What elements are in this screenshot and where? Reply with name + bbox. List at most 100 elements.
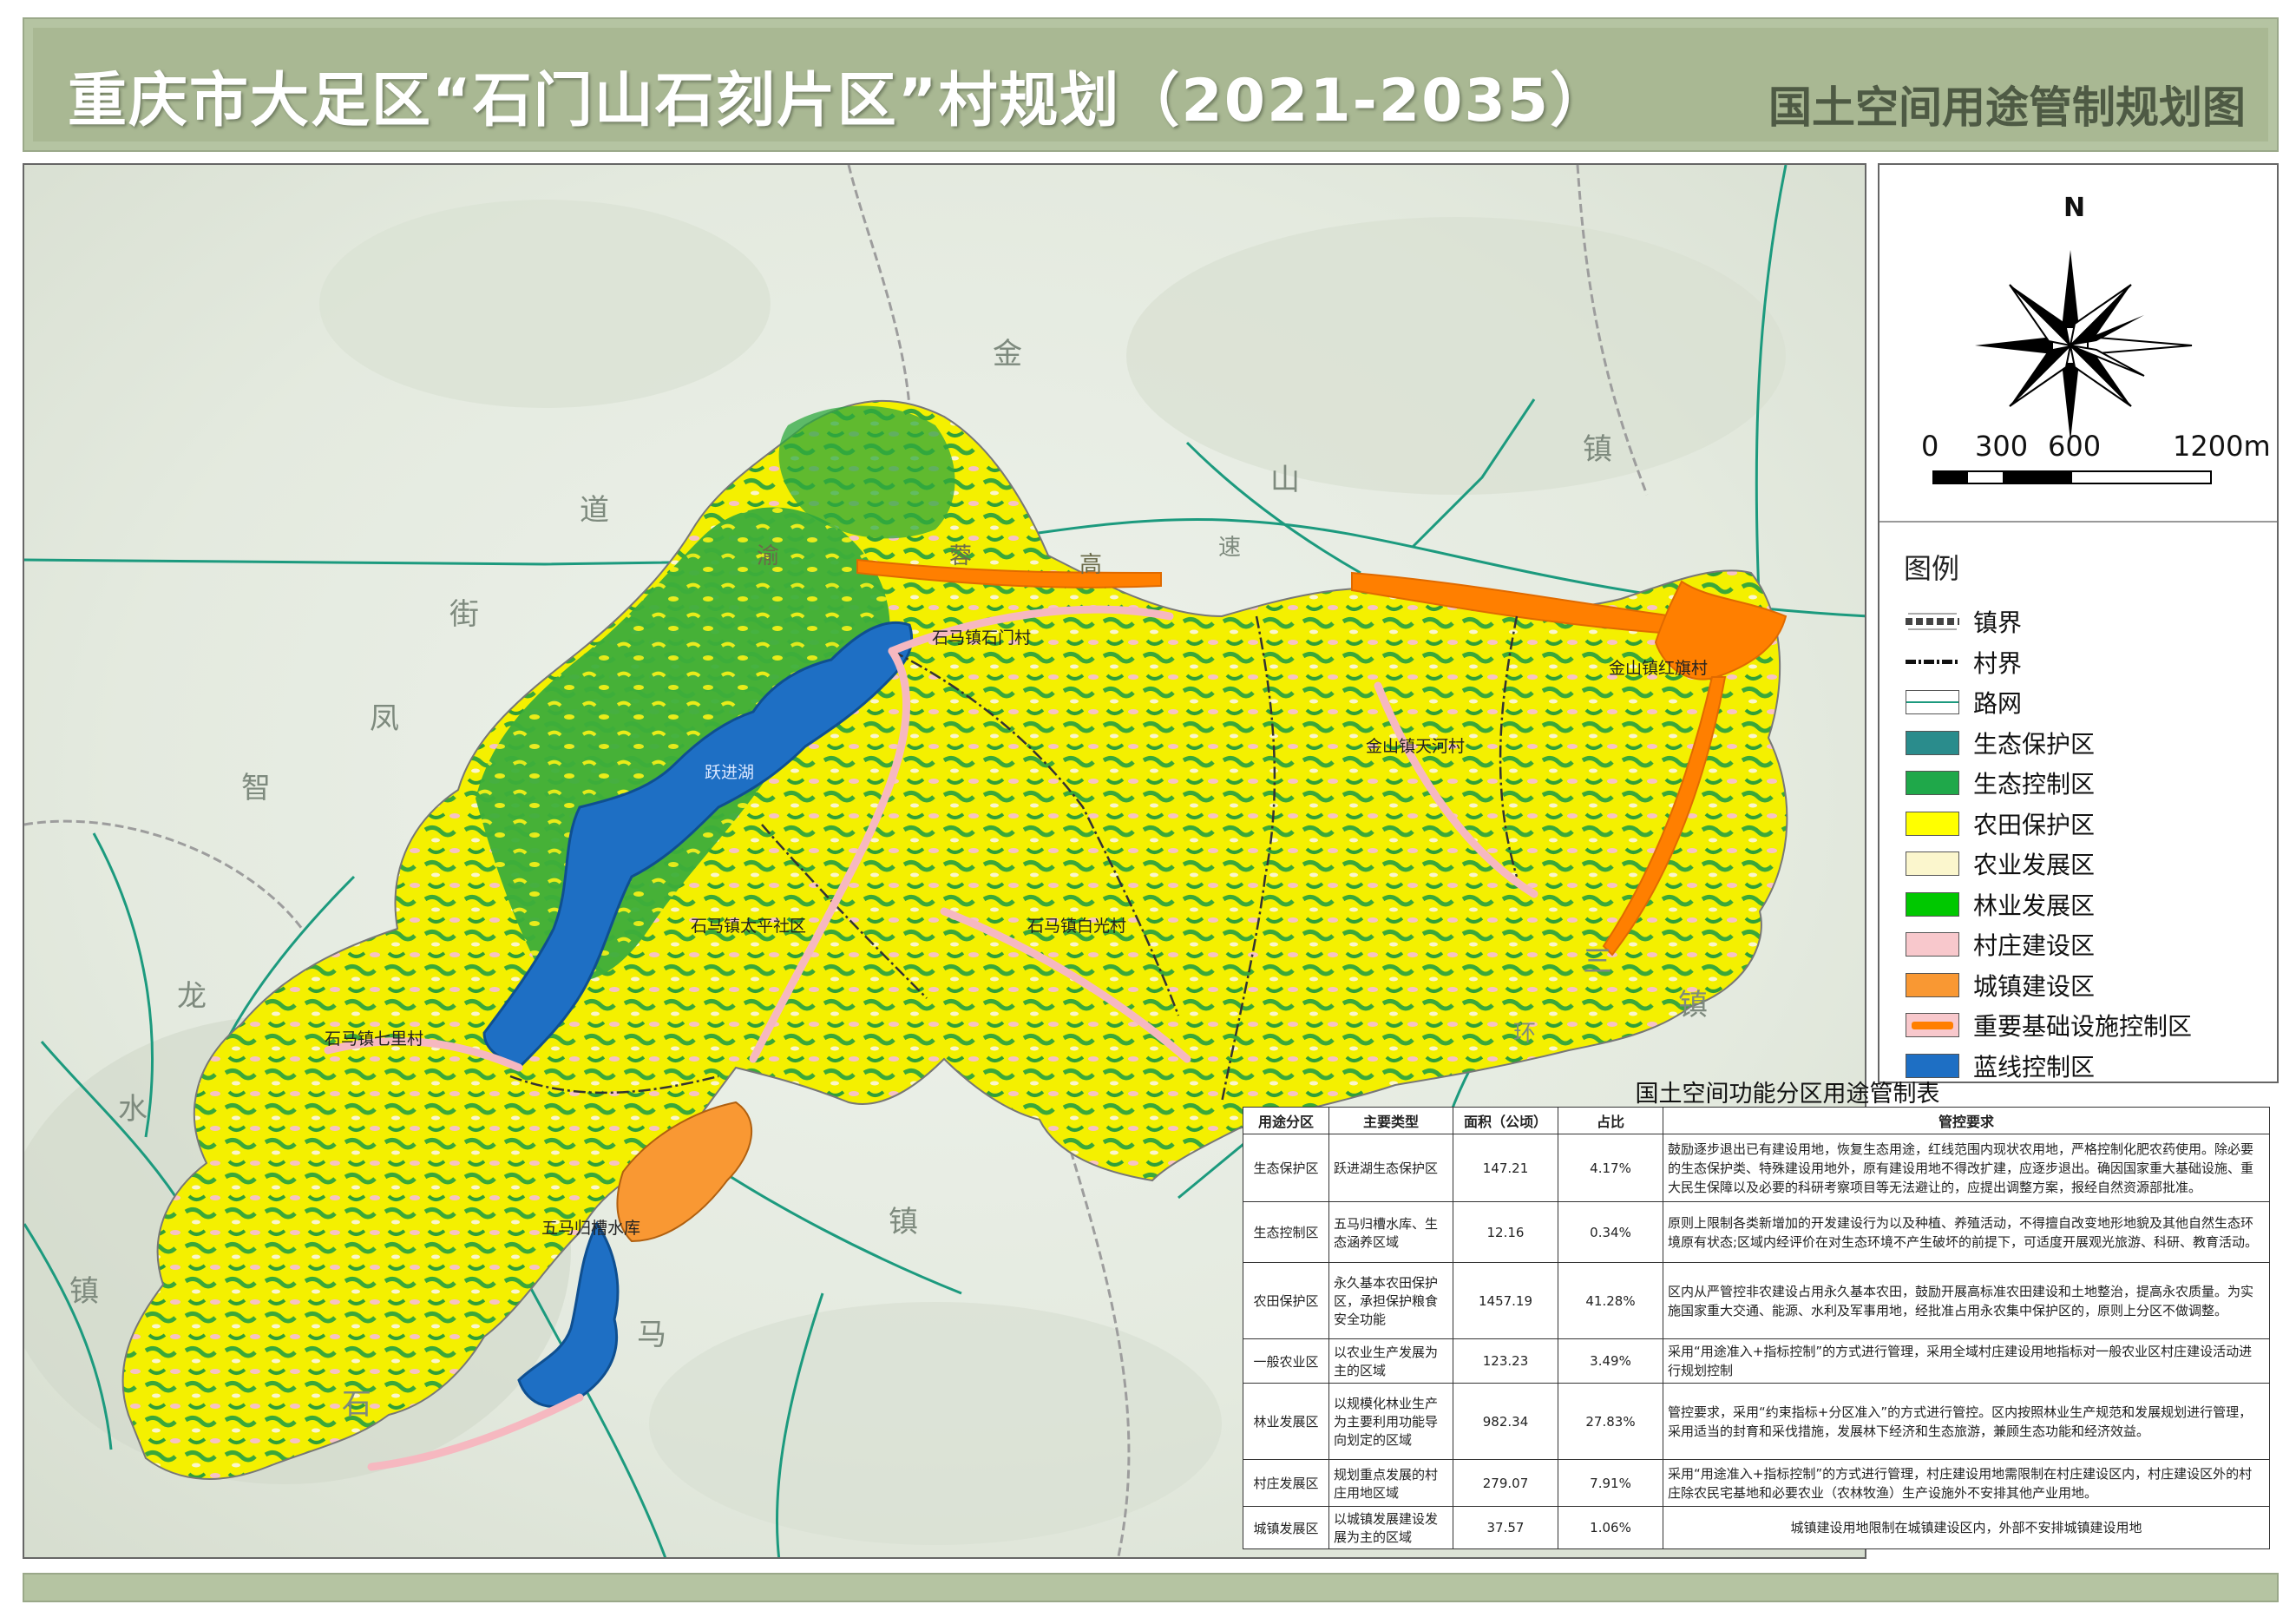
table-cell: 农田保护区 — [1243, 1262, 1329, 1339]
legend-item: 生态保护区 — [1906, 727, 2095, 759]
table-row: 生态控制区 五马归槽水库、生态涵养区域 12.16 0.34% 原则上限制各类新增加的开… — [1243, 1201, 2270, 1263]
table-cell: 永久基本农田保护区，承担保护粮食安全功能 — [1328, 1262, 1453, 1339]
place-label-shui: 水 — [118, 1092, 148, 1127]
legend-swatch-icon — [1906, 972, 1959, 997]
table-cell: 982.34 — [1453, 1383, 1558, 1460]
place-label-dao: 道 — [580, 493, 609, 528]
place-label-shi: 石 — [342, 1387, 371, 1422]
legend-label: 生态控制区 — [1973, 770, 2096, 799]
legend-item: 路网 — [1906, 687, 2022, 718]
scale-label-1200: 1200m — [2173, 430, 2271, 463]
table-cell: 采用“用途准入+指标控制”的方式进行管理，村庄建设用地需限制在村庄建设区内，村庄… — [1663, 1459, 2270, 1507]
place-label-shan: 山 — [1270, 463, 1300, 497]
place-label-jin: 金 — [993, 337, 1022, 371]
legend-label: 林业发展区 — [1973, 891, 2096, 920]
legend-swatch-icon — [1906, 1013, 1959, 1037]
table-cell: 以规模化林业生产为主要利用功能导向划定的区域 — [1328, 1383, 1453, 1460]
place-label-su: 速 — [1218, 535, 1242, 561]
scale-label-300: 300 — [1975, 430, 2029, 463]
table-cell: 生态保护区 — [1243, 1134, 1329, 1202]
legend-label: 农业发展区 — [1973, 851, 2096, 879]
village-label-qili: 石马镇七里村 — [325, 1029, 424, 1049]
table-cell: 一般农业区 — [1243, 1338, 1329, 1384]
place-label-yu: 渝 — [757, 543, 780, 569]
legend-item: 城镇建设区 — [1906, 970, 2095, 1001]
table-row: 一般农业区 以农业生产发展为主的区域 123.23 3.49% 采用“用途准入+指标控制… — [1243, 1338, 2270, 1384]
legend-item: 村界 — [1906, 647, 2022, 678]
title-banner: 重庆市大足区“石门山石刻片区”村规划（2021-2035） 国土空间用途管制规划… — [23, 17, 2279, 152]
legend-item: 农业发展区 — [1906, 848, 2095, 879]
table-cell: 管控要求，采用“约束指标+分区准入”的方式进行管控。区内按照林业生产规范和发展规… — [1663, 1383, 2270, 1460]
table-row: 生态保护区 跃进湖生态保护区 147.21 4.17% 鼓励逐步退出已有建设用地，恢复生… — [1243, 1134, 2270, 1202]
table-cell: 五马归槽水库、生态涵养区域 — [1328, 1201, 1453, 1263]
table-header-cell: 面积（公顷） — [1453, 1107, 1558, 1134]
scale-label-0: 0 — [1921, 430, 1939, 463]
table-header-cell: 主要类型 — [1328, 1107, 1453, 1134]
table-cell: 147.21 — [1453, 1134, 1558, 1202]
legend-swatch-icon — [1906, 771, 1959, 795]
place-label-rong: 蓉 — [949, 543, 973, 569]
map-subtitle: 国土空间用途管制规划图 — [1768, 82, 2246, 133]
legend-title: 图例 — [1904, 552, 1960, 585]
zone-control-table: 用途分区 主要类型 面积（公顷） 占比 管控要求 生态保护区 跃进湖生态保护区 14… — [1243, 1107, 2270, 1549]
table-cell: 城镇发展区 — [1243, 1506, 1329, 1549]
map-title: 重庆市大足区“石门山石刻片区”村规划（2021-2035） — [68, 67, 1611, 135]
legend-label: 村界 — [1973, 648, 2023, 678]
table-cell: 区内从严管控非农建设占用永久基本农田，鼓励开展高标准农田建设和土地整治，提高永农… — [1663, 1262, 2270, 1339]
legend-swatch-icon — [1906, 932, 1959, 957]
compass-scale-box: N 0 300 600 1200m — [1879, 165, 2277, 523]
table-cell: 鼓励逐步退出已有建设用地，恢复生态用途，红线范围内现状农用地，严格控制化肥农药使… — [1663, 1134, 2270, 1202]
village-label-baiguang: 石马镇白光村 — [1027, 917, 1127, 936]
legend-swatch-icon — [1906, 730, 1959, 755]
table-cell: 3.49% — [1558, 1338, 1663, 1384]
scale-label-600: 600 — [2048, 430, 2102, 463]
legend-item: 镇界 — [1906, 606, 2022, 637]
legend-panel: N 0 300 600 1200m 图例 镇界村界路网生态保护区生态控制区农田保… — [1878, 163, 2279, 1083]
place-label-gao: 高 — [1079, 552, 1103, 578]
table-cell: 123.23 — [1453, 1338, 1558, 1384]
place-label-zhi: 智 — [241, 771, 271, 805]
table-header-cell: 管控要求 — [1663, 1107, 2270, 1134]
table-cell: 0.34% — [1558, 1201, 1663, 1263]
table-cell: 41.28% — [1558, 1262, 1663, 1339]
table-cell: 7.91% — [1558, 1459, 1663, 1507]
table-cell: 12.16 — [1453, 1201, 1558, 1263]
village-label-hongqi: 金山镇红旗村 — [1609, 659, 1709, 678]
place-label-jie: 街 — [449, 597, 479, 632]
legend-swatch-icon — [1906, 660, 1959, 664]
footer-banner — [23, 1573, 2279, 1602]
title-banner-inner: 重庆市大足区“石门山石刻片区”村规划（2021-2035） 国土空间用途管制规划… — [33, 28, 2268, 141]
legend-swatch-bar — [1912, 1022, 1953, 1029]
legend-swatch-icon — [1906, 690, 1959, 714]
table-cell: 生态控制区 — [1243, 1201, 1329, 1263]
table-header-cell: 用途分区 — [1243, 1107, 1329, 1134]
place-label-huan: 环 — [1513, 1021, 1537, 1047]
reservoir-label-wuma: 五马归槽水库 — [541, 1219, 641, 1238]
place-label-feng: 凤 — [370, 701, 399, 736]
table-cell: 1457.19 — [1453, 1262, 1558, 1339]
table-cell: 以农业生产发展为主的区域 — [1328, 1338, 1453, 1384]
legend-label: 蓝线控制区 — [1973, 1052, 2096, 1082]
legend-swatch-icon — [1906, 618, 1959, 625]
place-label-zhen-s: 镇 — [889, 1205, 918, 1239]
table-cell: 林业发展区 — [1243, 1383, 1329, 1460]
legend-label: 路网 — [1973, 689, 2023, 718]
table-header-cell: 占比 — [1558, 1107, 1663, 1134]
zone-table-title: 国土空间功能分区用途管制表 — [1635, 1081, 1940, 1108]
table-cell: 采用“用途准入+指标控制”的方式进行管理，采用全域村庄建设用地指标对一般农业区村… — [1663, 1338, 2270, 1384]
legend-swatch-icon — [1906, 811, 1959, 836]
legend-item: 农田保护区 — [1906, 808, 2095, 839]
lake-label-yuejin: 跃进湖 — [705, 763, 755, 782]
table-cell: 规划重点发展的村庄用地区域 — [1328, 1459, 1453, 1507]
place-label-zhen-sw: 镇 — [69, 1274, 99, 1309]
legend-swatch-icon — [1906, 891, 1959, 917]
table-cell: 27.83% — [1558, 1383, 1663, 1460]
table-row: 农田保护区 永久基本农田保护区，承担保护粮食安全功能 1457.19 41.28% 区内… — [1243, 1262, 2270, 1339]
legend-label: 镇界 — [1973, 608, 2023, 637]
table-row: 城镇发展区 以城镇发展建设发展为主的区域 37.57 1.06% 城镇建设用地限制在城镇… — [1243, 1506, 2270, 1549]
table-row: 村庄发展区 规划重点发展的村庄用地区域 279.07 7.91% 采用“用途准入+指标控… — [1243, 1459, 2270, 1507]
legend-label: 生态保护区 — [1973, 729, 2096, 759]
table-cell: 37.57 — [1453, 1506, 1558, 1549]
place-label-zhen-se: 镇 — [1678, 988, 1708, 1022]
table-cell: 1.06% — [1558, 1506, 1663, 1549]
